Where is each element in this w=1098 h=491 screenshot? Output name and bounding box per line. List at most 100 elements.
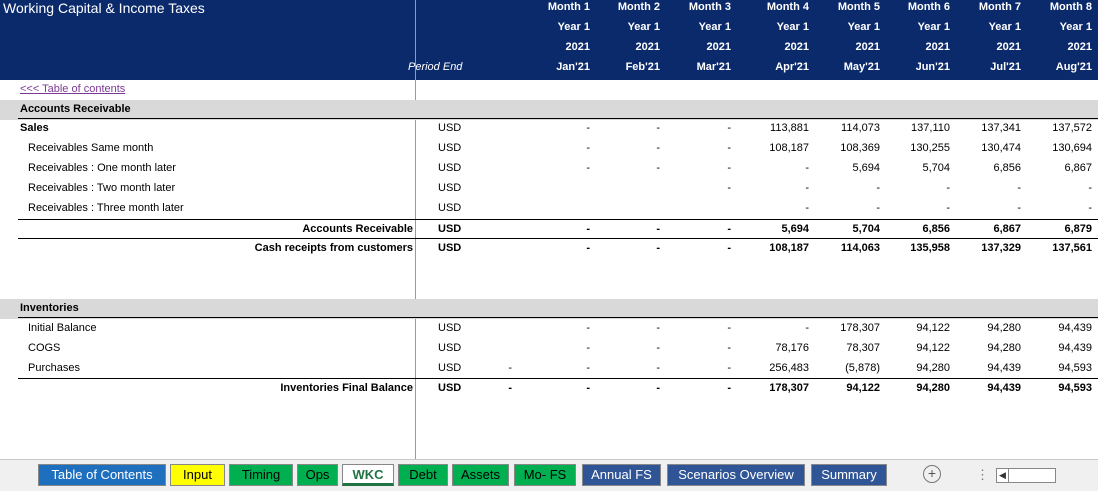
- value-cell-opening: -: [508, 382, 512, 394]
- period-end-label: Period End: [408, 61, 463, 73]
- tab-annual-fs[interactable]: Annual FS: [582, 464, 661, 486]
- header-year-7: Year 1: [988, 21, 1021, 33]
- value-cell: 94,280: [987, 342, 1021, 354]
- table-row[interactable]: Initial Balance USD - - - - 178,307 94,122 94,28…: [0, 319, 1098, 339]
- table-row[interactable]: Receivables : One month later USD - - - - 5,69…: [0, 159, 1098, 179]
- row-label: Cash receipts from customers: [254, 242, 413, 254]
- value-cell: 94,280: [916, 382, 950, 394]
- table-of-contents-link[interactable]: <<< Table of contents: [20, 83, 125, 95]
- tab-timing[interactable]: Timing: [229, 464, 293, 486]
- value-cell: 114,063: [840, 242, 880, 254]
- value-cell: -: [876, 202, 880, 214]
- currency-cell: USD: [438, 342, 462, 354]
- header-month-5: Month 5: [837, 1, 880, 13]
- value-cell: -: [727, 223, 731, 235]
- value-cell: 94,122: [916, 342, 950, 354]
- value-cell: -: [727, 322, 731, 334]
- value-cell-opening: -: [508, 362, 512, 374]
- add-sheet-icon[interactable]: +: [923, 465, 941, 483]
- value-cell: -: [586, 162, 590, 174]
- table-row[interactable]: Accounts Receivable USD - - - 5,694 5,704 6,856…: [0, 220, 1098, 240]
- value-cell: 94,593: [1058, 362, 1092, 374]
- value-cell: 256,483: [769, 362, 809, 374]
- value-cell: 5,694: [852, 162, 880, 174]
- table-row[interactable]: Cash receipts from customers USD - - - 108,18…: [0, 239, 1098, 259]
- table-row[interactable]: Inventories Final Balance USD - - - -178,307 9…: [0, 379, 1098, 399]
- header-month-7: Month 7: [978, 1, 1021, 13]
- value-cell: -: [656, 242, 660, 254]
- value-cell: 94,280: [916, 362, 950, 374]
- tab-summary[interactable]: Summary: [811, 464, 887, 486]
- value-cell: -: [727, 182, 731, 194]
- value-cell: 113,881: [770, 122, 809, 134]
- value-cell: 5,704: [922, 162, 950, 174]
- value-cell: 94,122: [846, 382, 880, 394]
- tab-input[interactable]: Input: [170, 464, 225, 486]
- horizontal-scrollbar[interactable]: ◀: [996, 468, 1056, 483]
- scroll-left-icon[interactable]: ◀: [997, 469, 1009, 482]
- header-date-6: Jun'21: [915, 61, 950, 73]
- tab-wkc[interactable]: WKC: [342, 464, 394, 486]
- table-row[interactable]: Sales USD - - - 113,881 114,073 137,110 137,341 1…: [0, 119, 1098, 139]
- value-cell: -: [586, 242, 590, 254]
- header-date-2: Feb'21: [625, 61, 660, 73]
- header-year-4: Year 1: [776, 21, 809, 33]
- value-cell: -: [586, 342, 590, 354]
- currency-cell: USD: [438, 322, 462, 334]
- table-row[interactable]: Receivables Same month USD - - - 108,187 108,3…: [0, 139, 1098, 159]
- header-yr-2: 2021: [635, 41, 660, 53]
- value-cell: -: [586, 322, 590, 334]
- header-yr-4: 2021: [784, 41, 809, 53]
- header-date-3: Mar'21: [696, 61, 731, 73]
- row-label: Purchases: [28, 362, 80, 374]
- header-year-1: Year 1: [557, 21, 590, 33]
- value-cell: -: [805, 162, 809, 174]
- tab-debt[interactable]: Debt: [398, 464, 448, 486]
- tab-assets[interactable]: Assets: [452, 464, 509, 486]
- value-cell: -: [656, 142, 660, 154]
- tab-table-of-contents[interactable]: Table of Contents: [38, 464, 166, 486]
- value-cell: 5,704: [852, 223, 880, 235]
- tab-scenarios-overview[interactable]: Scenarios Overview: [667, 464, 805, 486]
- value-cell: 94,593: [1058, 382, 1092, 394]
- table-row[interactable]: Receivables : Three month later USD - - - - -: [0, 199, 1098, 219]
- table-row[interactable]: COGS USD - - - 78,176 78,307 94,122 94,280 94,439: [0, 339, 1098, 359]
- value-cell: 108,187: [769, 242, 809, 254]
- value-cell: 6,867: [1064, 162, 1092, 174]
- header-year-6: Year 1: [917, 21, 950, 33]
- section-header-accounts-receivable: Accounts Receivable: [0, 100, 1098, 120]
- header-year-5: Year 1: [847, 21, 880, 33]
- header-month-6: Month 6: [907, 1, 950, 13]
- header-month-2: Month 2: [617, 1, 660, 13]
- currency-cell: USD: [438, 242, 462, 254]
- header-yr-6: 2021: [925, 41, 950, 53]
- header-band: Working Capital & Income Taxes Period En…: [0, 0, 1098, 80]
- value-cell: -: [1017, 182, 1021, 194]
- value-cell: 94,439: [1058, 342, 1092, 354]
- header-year-2: Year 1: [627, 21, 660, 33]
- header-date-1: Jan'21: [556, 61, 590, 73]
- more-options-icon[interactable]: ⋮: [976, 467, 989, 483]
- table-row[interactable]: Purchases USD - - - -256,483 (5,878) 94,280 94,4…: [0, 359, 1098, 379]
- tab-mo-fs[interactable]: Mo- FS: [514, 464, 576, 486]
- header-date-8: Aug'21: [1055, 61, 1092, 73]
- value-cell: -: [727, 142, 731, 154]
- value-cell: -: [946, 202, 950, 214]
- table-row[interactable]: Receivables : Two month later USD - - - - - -: [0, 179, 1098, 199]
- value-cell: -: [876, 182, 880, 194]
- header-year-8: Year 1: [1059, 21, 1092, 33]
- value-cell: -: [727, 362, 731, 374]
- currency-cell: USD: [438, 122, 462, 134]
- value-cell: -: [656, 342, 660, 354]
- value-cell: -: [727, 382, 731, 394]
- tab-ops[interactable]: Ops: [297, 464, 338, 486]
- header-date-5: May'21: [843, 61, 880, 73]
- value-cell: -: [1088, 202, 1092, 214]
- value-cell: -: [805, 322, 809, 334]
- value-cell: 114,073: [841, 122, 880, 134]
- value-cell: -: [586, 362, 590, 374]
- value-cell: 137,561: [1052, 242, 1092, 254]
- header-yr-3: 2021: [706, 41, 731, 53]
- header-yr-8: 2021: [1067, 41, 1092, 53]
- worksheet[interactable]: Working Capital & Income Taxes Period En…: [0, 0, 1098, 459]
